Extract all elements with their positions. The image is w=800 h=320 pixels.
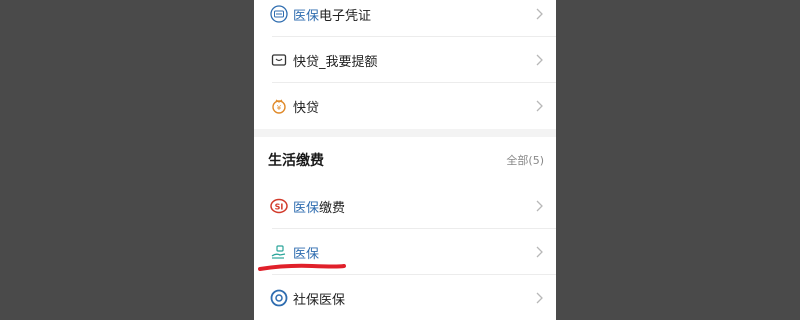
list-item-quick-loan-raise-limit[interactable]: 快贷_我要提额 [254,37,556,83]
list-item-label: 医保电子凭证 [293,8,372,24]
list-item-social-medical-insurance[interactable]: 社保医保 [254,275,556,320]
social-security-blue-icon [270,289,288,307]
list-item-quick-loan[interactable]: ¥ 快贷 [254,83,556,129]
section-gap [254,129,556,137]
list-item-label: 快贷_我要提额 [293,54,378,70]
section-title: 生活缴费 [268,153,324,169]
list-item-medical-payment[interactable]: SI 医保缴费 [254,183,556,229]
list-item-label: 医保 [293,246,320,262]
chevron-right-icon [536,200,543,212]
coin-bag-icon: ¥ [270,97,288,115]
svg-text:SI: SI [275,203,284,212]
wallet-box-icon [270,51,288,69]
list-item-medical-e-voucher[interactable]: 医保电子凭证 [254,0,556,37]
social-security-logo-icon: SI [270,197,288,215]
chevron-right-icon [536,54,543,66]
medical-insurance-card-icon [270,5,288,23]
chevron-right-icon [536,8,543,20]
section-all-link[interactable]: 全部(5) [506,152,544,168]
chevron-right-icon [536,292,543,304]
chevron-right-icon [536,246,543,258]
annotation-underline [258,263,346,271]
svg-text:¥: ¥ [277,104,282,112]
list-item-label: 社保医保 [293,292,346,308]
list-item-label: 医保缴费 [293,200,346,216]
chevron-right-icon [536,100,543,112]
hand-card-icon [270,243,288,261]
list-item-label: 快贷 [293,100,320,116]
